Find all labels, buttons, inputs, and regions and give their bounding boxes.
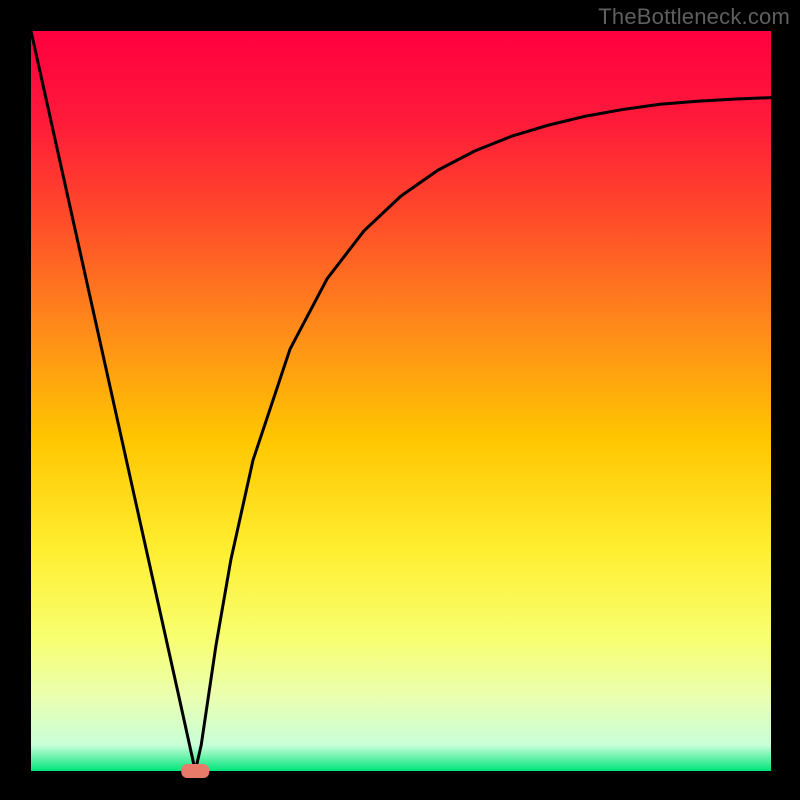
chart-frame: { "watermark": "TheBottleneck.com", "cha… xyxy=(0,0,800,800)
watermark-text: TheBottleneck.com xyxy=(598,4,790,30)
plot-background xyxy=(31,31,771,771)
optimum-marker xyxy=(181,764,209,778)
plot-svg xyxy=(0,0,800,800)
